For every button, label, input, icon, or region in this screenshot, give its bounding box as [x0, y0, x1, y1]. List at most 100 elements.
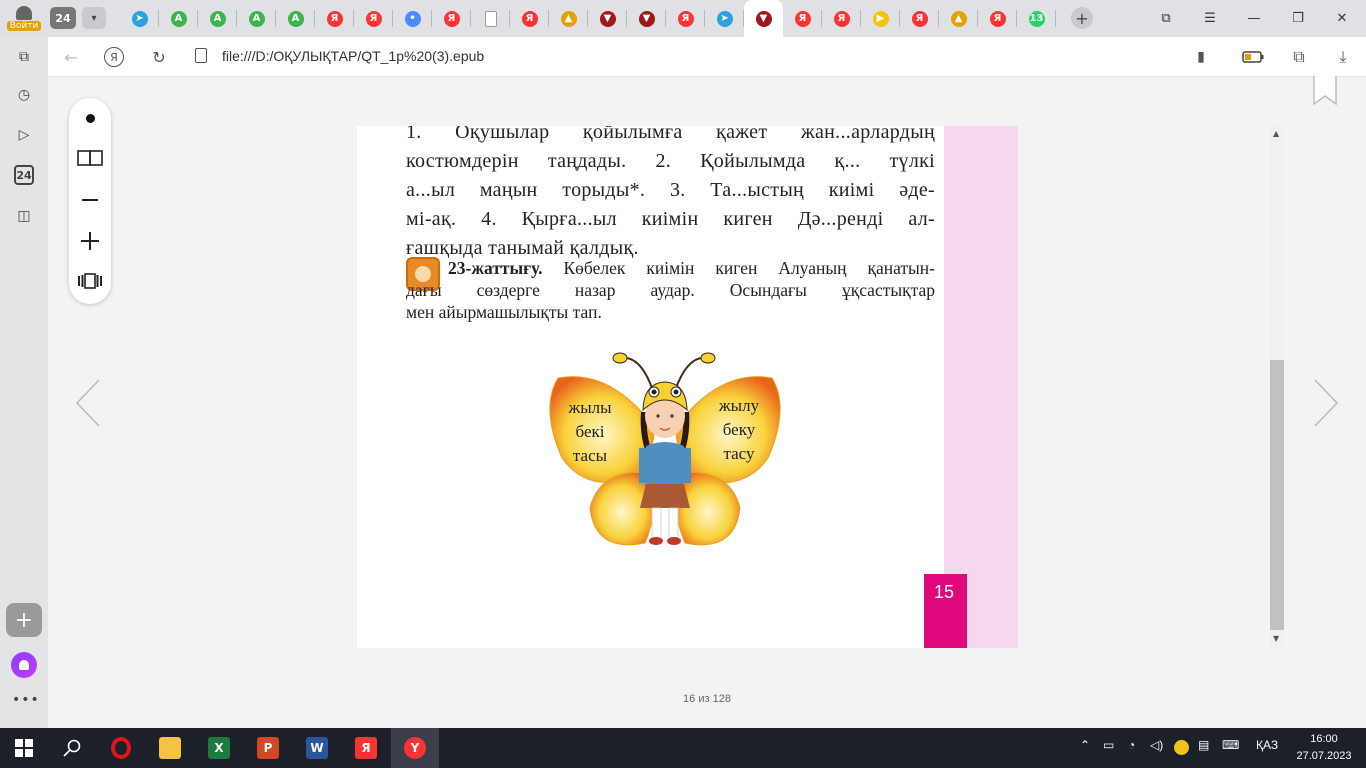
wifi-icon[interactable]: ◔ — [1128, 738, 1135, 752]
wing-word: бекі — [575, 422, 605, 441]
menu-icon[interactable]: ☰ — [1188, 0, 1232, 37]
address-toolbar: ← Я ↻ file:///D:/ОҚУЛЫҚТАР/QT_1р%20(3).e… — [48, 37, 1366, 77]
book-page: 1. Оқушылар қойылымға қажет жан...арлард… — [357, 126, 1018, 648]
browser-tab[interactable]: A — [237, 0, 276, 37]
zoom-out-minus-icon[interactable] — [76, 186, 104, 214]
news-24-icon[interactable]: 24 — [14, 165, 34, 185]
browser-tab[interactable]: ➤ — [120, 0, 159, 37]
exercise-label: 23-жаттығу. — [448, 258, 543, 278]
browser-tab[interactable]: ▼ — [588, 0, 627, 37]
back-arrow-icon[interactable]: ← — [60, 46, 82, 68]
scroll-up-arrow-icon[interactable]: ▲ — [1273, 129, 1279, 138]
restore-icon[interactable]: ❐ — [1276, 0, 1320, 37]
browser-tab[interactable]: Я — [315, 0, 354, 37]
text-line: мен айырмашылықты тап. — [406, 302, 602, 322]
powerpoint-icon[interactable]: P — [244, 728, 292, 768]
wing-words-right: жылу беку тасу — [703, 394, 775, 466]
browser-tab[interactable]: ▲ — [939, 0, 978, 37]
excel-icon[interactable]: X — [195, 728, 243, 768]
wing-words-left: жылы бекі тасы — [554, 396, 626, 468]
yandex-icon: Я — [677, 10, 694, 27]
yandex-icon[interactable]: Я — [342, 728, 390, 768]
browser-tab[interactable]: ▶ — [861, 0, 900, 37]
notification-icon[interactable]: ▤ — [1198, 738, 1209, 752]
extensions-icon[interactable]: ⧉ — [1288, 46, 1310, 68]
browser-tab[interactable]: A — [159, 0, 198, 37]
browser-tab[interactable]: Я — [510, 0, 549, 37]
app-tray-icon[interactable] — [1174, 740, 1189, 755]
browser-tab[interactable]: ▲ — [549, 0, 588, 37]
text-line: костюмдерін таңдады. 2. Қойылымда қ... т… — [406, 150, 935, 172]
next-page-chevron-icon[interactable] — [1312, 378, 1340, 428]
scroll-down-arrow-icon[interactable]: ▼ — [1273, 634, 1279, 643]
shield-icon: ▼ — [755, 10, 772, 27]
browser-tab[interactable]: • — [393, 0, 432, 37]
single-page-dot-icon[interactable] — [76, 104, 104, 132]
previous-page-chevron-icon[interactable] — [74, 378, 102, 428]
tab-count-button[interactable]: 24 — [50, 7, 76, 29]
download-icon[interactable]: ⤓ — [1332, 46, 1354, 68]
browser-tab[interactable] — [471, 0, 510, 37]
collections-icon[interactable]: ⧉ — [12, 45, 36, 69]
yandex-home-icon[interactable]: Я — [104, 47, 124, 67]
browser-tab[interactable]: Я — [432, 0, 471, 37]
language-indicator[interactable]: ҚАЗ — [1256, 738, 1278, 752]
yandex-icon: Я — [833, 10, 850, 27]
text-line: 23-жаттығу. Көбелек киімін киген Алуаның… — [406, 257, 935, 279]
play-icon: ▶ — [872, 10, 889, 27]
scrollbar-thumb[interactable] — [1270, 360, 1284, 630]
yandex-icon: Я — [521, 10, 538, 27]
browser-tab[interactable]: Я — [978, 0, 1017, 37]
browser-tab[interactable]: ▼ — [627, 0, 666, 37]
minimize-icon[interactable]: — — [1232, 0, 1276, 37]
browser-tab[interactable]: 13 — [1017, 0, 1056, 37]
tab-list: ➤ A A A A Я Я • Я Я ▲ ▼ ▼ Я ➤ ▼ Я Я ▶ Я ▲ Я 13 — [120, 0, 1056, 37]
collections-icon[interactable]: ⧉ — [1144, 0, 1188, 37]
tray-overflow-chevron-icon[interactable]: ⌃ — [1080, 738, 1090, 752]
clock[interactable]: 16:00 27.07.2023 — [1292, 731, 1356, 765]
more-dots-icon[interactable]: ••• — [12, 692, 39, 708]
browser-tab[interactable]: Я — [783, 0, 822, 37]
browser-tab[interactable]: ▼ — [744, 0, 783, 37]
browser-tab[interactable]: Я — [354, 0, 393, 37]
opera-icon[interactable] — [97, 728, 145, 768]
media-play-icon[interactable]: ▷ — [12, 123, 36, 147]
yandex-browser-icon[interactable]: Y — [391, 728, 439, 768]
search-icon[interactable] — [48, 728, 96, 768]
word-icon[interactable]: W — [293, 728, 341, 768]
browser-tab[interactable]: Я — [900, 0, 939, 37]
page-bookmark-icon[interactable] — [1313, 76, 1337, 106]
add-panel-plus-icon[interactable]: + — [6, 603, 42, 637]
profile-login[interactable]: Войти — [0, 0, 48, 37]
new-tab-plus-icon[interactable]: + — [1071, 7, 1093, 29]
volume-icon[interactable]: ◁) — [1150, 738, 1163, 752]
two-page-icon[interactable] — [76, 144, 104, 172]
start-icon[interactable] — [0, 728, 48, 768]
browser-sidebar: ⧉ ◷ ▷ 24 ◫ + ••• — [0, 37, 48, 728]
address-bar-url[interactable]: file:///D:/ОҚУЛЫҚТАР/QT_1р%20(3).epub — [222, 48, 484, 64]
battery-tray-icon[interactable]: ▭ — [1103, 738, 1114, 752]
tab-list-chevron-down-icon[interactable]: ▾ — [82, 7, 106, 29]
browser-tab[interactable]: ➤ — [705, 0, 744, 37]
bookmark-icon[interactable]: ▮ — [1190, 46, 1212, 68]
file-icon — [195, 48, 207, 63]
history-clock-icon[interactable]: ◷ — [12, 83, 36, 107]
page-margin-band — [944, 126, 1018, 648]
browser-tab[interactable]: A — [198, 0, 237, 37]
browser-tab[interactable]: A — [276, 0, 315, 37]
keyboard-icon[interactable]: ⌨ — [1222, 738, 1239, 752]
file-explorer-icon[interactable] — [146, 728, 194, 768]
battery-icon[interactable] — [1242, 46, 1264, 68]
alice-assistant-icon[interactable] — [11, 652, 37, 678]
browser-tab[interactable]: Я — [822, 0, 861, 37]
close-icon[interactable]: ✕ — [1320, 0, 1364, 37]
shield-icon: ▼ — [638, 10, 655, 27]
browser-tab[interactable]: Я — [666, 0, 705, 37]
yandex-icon: Я — [911, 10, 928, 27]
exercise-22-text: 1. Оқушылар қойылымға қажет жан...арлард… — [406, 126, 935, 263]
zoom-in-plus-icon[interactable] — [76, 227, 104, 255]
clock-date: 27.07.2023 — [1296, 750, 1352, 762]
screenshot-camera-icon[interactable]: ◫ — [12, 204, 36, 228]
reload-icon[interactable]: ↻ — [148, 46, 170, 68]
fit-width-icon[interactable] — [76, 267, 104, 295]
